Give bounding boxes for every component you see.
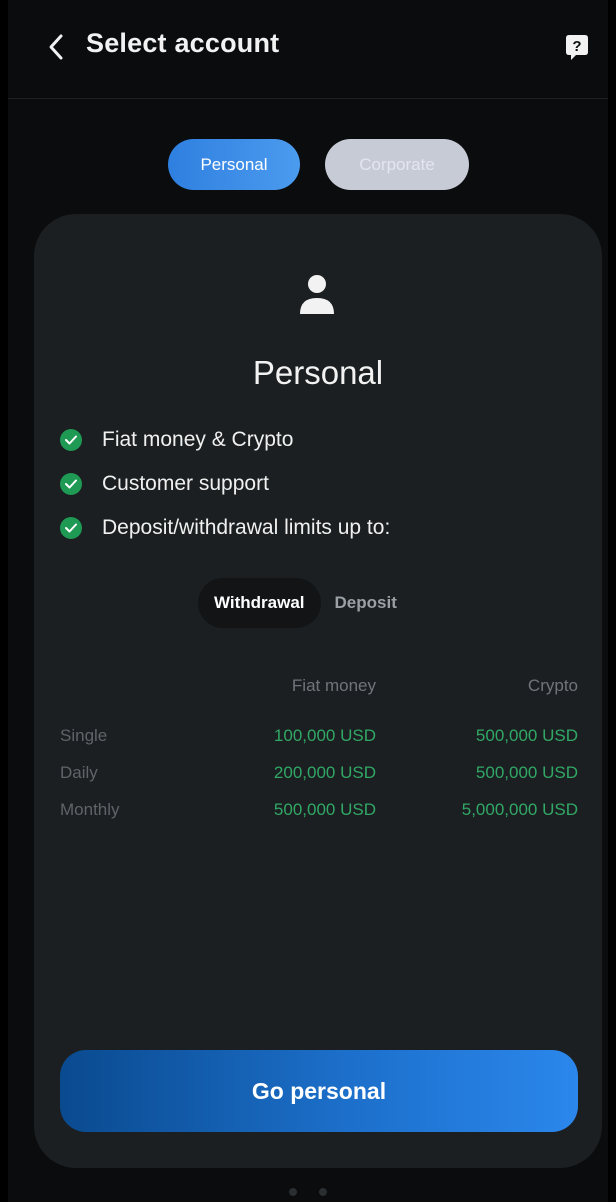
crypto-limit: 500,000 USD xyxy=(475,726,578,745)
fiat-limit: 500,000 USD xyxy=(273,800,376,819)
toggle-deposit[interactable]: Deposit xyxy=(321,593,411,613)
check-icon xyxy=(60,473,82,495)
feature-label: Deposit/withdrawal limits up to: xyxy=(102,516,391,539)
feature-label: Fiat money & Crypto xyxy=(102,428,294,451)
check-icon xyxy=(60,429,82,451)
account-card: Personal Fiat money & Crypto Customer su… xyxy=(34,214,602,1168)
app: Select account ? Personal Corporate Pers… xyxy=(8,0,608,1202)
svg-text:?: ? xyxy=(572,38,581,55)
page-dot[interactable] xyxy=(319,1188,327,1196)
top-bar: Select account ? xyxy=(8,0,608,99)
row-label: Monthly xyxy=(60,800,120,819)
feature-item: Customer support xyxy=(60,469,269,499)
card-title: Personal xyxy=(252,354,384,391)
fiat-limit: 100,000 USD xyxy=(273,726,376,745)
back-button[interactable] xyxy=(42,30,70,64)
limit-type-toggle: Withdrawal Deposit xyxy=(198,578,411,628)
crypto-limit: 5,000,000 USD xyxy=(461,800,578,819)
help-button[interactable]: ? xyxy=(564,33,590,61)
screen: Select account ? Personal Corporate Pers… xyxy=(0,0,616,1202)
user-icon xyxy=(300,275,334,314)
feature-label: Customer support xyxy=(102,472,269,495)
chevron-left-icon xyxy=(49,34,63,60)
check-icon xyxy=(60,517,82,539)
column-header-crypto: Crypto xyxy=(527,676,578,695)
tab-corporate[interactable]: Corporate xyxy=(325,139,469,190)
feature-item: Fiat money & Crypto xyxy=(60,425,293,455)
page-indicator xyxy=(8,1188,608,1196)
toggle-withdrawal[interactable]: Withdrawal xyxy=(198,578,321,628)
go-personal-button[interactable]: Go personal xyxy=(60,1050,578,1132)
tab-personal[interactable]: Personal xyxy=(168,139,300,190)
crypto-limit: 500,000 USD xyxy=(475,763,578,782)
row-label: Daily xyxy=(60,763,98,782)
help-icon: ? xyxy=(566,35,588,60)
page-title: Select account xyxy=(86,28,280,58)
row-label: Single xyxy=(60,726,108,745)
feature-item: Deposit/withdrawal limits up to: xyxy=(60,513,390,543)
page-dot[interactable] xyxy=(289,1188,297,1196)
column-header-fiat: Fiat money xyxy=(291,676,376,695)
fiat-limit: 200,000 USD xyxy=(273,763,376,782)
